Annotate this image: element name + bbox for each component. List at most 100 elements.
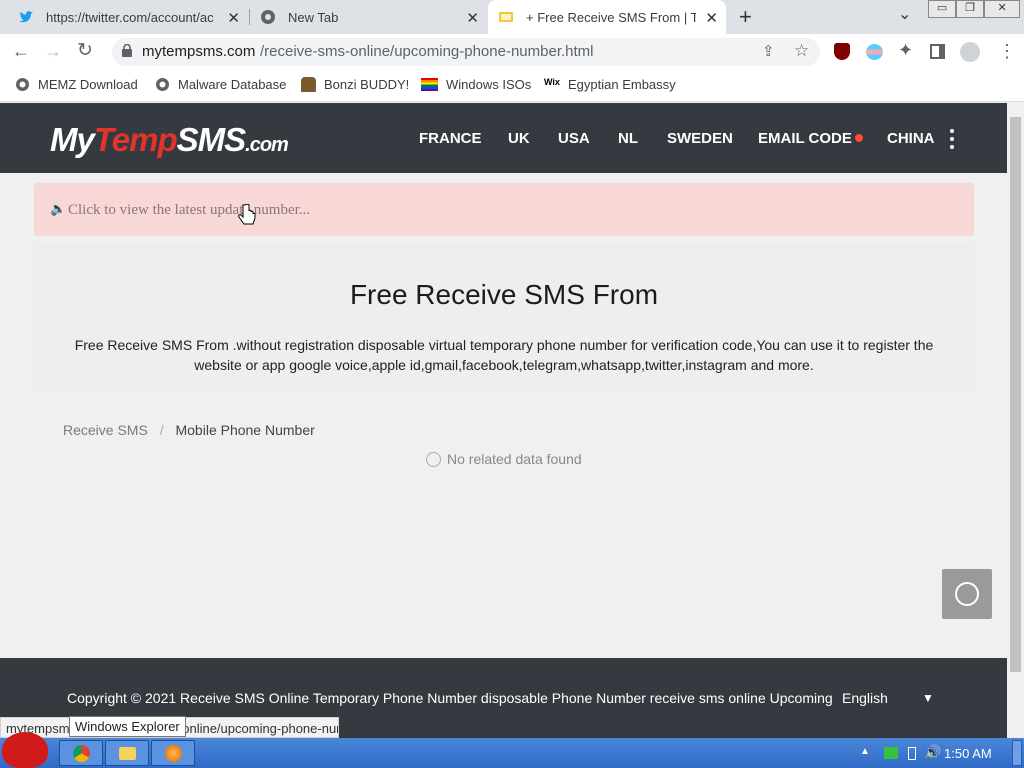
chevron-down-icon[interactable]: ▼ (922, 691, 934, 705)
bonzi-icon (301, 77, 316, 92)
bookmark-memz[interactable]: MEMZ Download (15, 77, 138, 92)
tab-title: New Tab (288, 9, 339, 25)
menu-kebab-icon[interactable]: ⋮ (998, 41, 1016, 62)
tab-title: https://twitter.com/account/ac (46, 9, 214, 25)
taskbar-firefox[interactable] (151, 740, 195, 766)
bookmark-label: Bonzi BUDDY! (324, 77, 410, 92)
tooltip: Windows Explorer (69, 716, 186, 737)
nav-france[interactable]: FRANCE (419, 130, 482, 147)
copyright-text: Copyright © 2021 Receive SMS Online Temp… (67, 690, 833, 706)
latest-number-notice[interactable]: 🔈 Click to view the latest update number… (34, 183, 974, 236)
new-dot-indicator (854, 134, 863, 142)
new-tab-button[interactable]: + (739, 4, 752, 30)
page-scrollbar[interactable] (1007, 103, 1024, 738)
bookmark-label: Egyptian Embassy (568, 77, 676, 92)
back-icon[interactable]: ← (12, 41, 30, 62)
empty-message: No related data found (447, 451, 582, 467)
nav-nl[interactable]: NL (618, 130, 638, 147)
forward-icon[interactable]: → (44, 41, 62, 62)
site-logo[interactable]: MyTempSMS.com (50, 121, 289, 159)
more-menu-icon[interactable] (948, 127, 956, 151)
nav-china[interactable]: CHINA (887, 130, 935, 147)
reload-icon[interactable]: ↻ (77, 39, 93, 62)
logo-domain: .com (245, 134, 289, 156)
tab-new-tab[interactable]: New Tab ✕ (250, 0, 487, 34)
extension-flag-icon[interactable] (866, 44, 883, 60)
close-tab-icon[interactable]: ✕ (227, 9, 240, 27)
maximize-button[interactable]: ❐ (956, 0, 985, 18)
sad-face-icon (426, 451, 441, 467)
language-select[interactable]: English (842, 690, 888, 706)
breadcrumb: Receive SMS / Mobile Phone Number (63, 422, 315, 438)
chat-icon (955, 582, 979, 606)
twitter-icon (18, 9, 34, 25)
extensions-puzzle-icon[interactable]: ✦ (898, 40, 913, 61)
site-favicon-icon (498, 9, 514, 25)
tray-arrow-icon[interactable]: ▲ (860, 746, 870, 757)
bookmarks-bar: MEMZ Download Malware Database Bonzi BUD… (0, 70, 1024, 102)
nav-sweden[interactable]: SWEDEN (667, 130, 733, 147)
browser-toolbar: ← → ↻ mytempsms.com /receive-sms-online/… (0, 34, 1024, 70)
nav-email-code: EMAIL CODE (758, 130, 852, 147)
lock-icon (122, 43, 132, 61)
chat-widget-button[interactable] (942, 569, 992, 619)
speaker-icon: 🔈 (50, 201, 67, 216)
tab-search-icon[interactable]: ⌄ (898, 4, 911, 24)
nav-email-code-wrap[interactable]: EMAIL CODE (758, 130, 863, 147)
web-page: MyTempSMS.com FRANCE UK USA NL SWEDEN EM… (0, 103, 1007, 738)
globe-icon (155, 77, 170, 92)
tab-twitter[interactable]: https://twitter.com/account/ac ✕ (10, 0, 248, 34)
side-panel-icon[interactable] (930, 44, 945, 59)
hero-section: Free Receive SMS From Free Receive SMS F… (34, 243, 974, 393)
url-path: /receive-sms-online/upcoming-phone-numbe… (260, 43, 594, 60)
clock[interactable]: 1:50 AM (944, 746, 992, 761)
url-host: mytempsms.com (142, 43, 256, 60)
minimize-button[interactable]: ▭ (928, 0, 957, 18)
rainbow-flag-icon (421, 78, 438, 91)
share-icon[interactable]: ⇪ (762, 42, 775, 60)
taskbar-explorer[interactable] (105, 740, 149, 766)
wix-icon: Wix (544, 77, 560, 87)
scrollbar-thumb[interactable] (1010, 117, 1021, 672)
hand-cursor-icon (238, 203, 256, 233)
breadcrumb-separator: / (159, 422, 164, 438)
close-window-button[interactable]: ✕ (984, 0, 1020, 18)
show-desktop-button[interactable] (1012, 740, 1022, 766)
bookmark-label: MEMZ Download (38, 77, 138, 92)
breadcrumb-current: Mobile Phone Number (175, 422, 315, 438)
close-tab-icon[interactable]: ✕ (466, 9, 479, 27)
site-header: MyTempSMS.com FRANCE UK USA NL SWEDEN EM… (0, 103, 1007, 173)
breadcrumb-home-link[interactable]: Receive SMS (63, 422, 148, 438)
address-bar[interactable]: mytempsms.com /receive-sms-online/upcomi… (112, 38, 820, 66)
battery-icon[interactable] (908, 747, 916, 760)
tab-title: + Free Receive SMS From | Ter (526, 9, 696, 25)
chrome-icon (73, 745, 90, 762)
close-tab-icon[interactable]: ✕ (705, 9, 718, 27)
network-icon[interactable] (884, 747, 898, 759)
empty-state: No related data found (426, 451, 582, 467)
globe-icon (15, 77, 30, 92)
bookmark-label: Malware Database (178, 77, 287, 92)
tab-strip: https://twitter.com/account/ac ✕ New Tab… (0, 0, 1024, 34)
logo-temp: Temp (93, 121, 178, 158)
bookmark-malware-database[interactable]: Malware Database (155, 77, 286, 92)
taskbar: ▲ 🔊 1:50 AM (0, 732, 1024, 768)
profile-avatar[interactable] (960, 42, 980, 62)
notice-text: Click to view the latest update number..… (68, 202, 311, 218)
bookmark-bonzi-buddy[interactable]: Bonzi BUDDY! (301, 77, 409, 92)
bookmark-windows-isos[interactable]: Windows ISOs (421, 77, 531, 92)
nav-uk[interactable]: UK (508, 130, 530, 147)
bookmark-star-icon[interactable]: ☆ (794, 41, 809, 61)
logo-my: My (50, 121, 95, 158)
taskbar-chrome[interactable] (59, 740, 103, 766)
tab-free-receive-sms[interactable]: + Free Receive SMS From | Ter ✕ (488, 0, 726, 34)
nav-usa[interactable]: USA (558, 130, 590, 147)
window-controls: ▭ ❐ ✕ (928, 0, 1020, 18)
ublock-icon[interactable] (834, 43, 850, 60)
page-title: Free Receive SMS From (349, 279, 659, 310)
bookmark-egyptian-embassy[interactable]: Wix Egyptian Embassy (544, 77, 676, 92)
folder-icon (119, 747, 136, 760)
volume-icon[interactable]: 🔊 (924, 744, 941, 761)
bookmark-label: Windows ISOs (446, 77, 532, 92)
start-button-angry-bird-icon[interactable] (2, 732, 48, 768)
